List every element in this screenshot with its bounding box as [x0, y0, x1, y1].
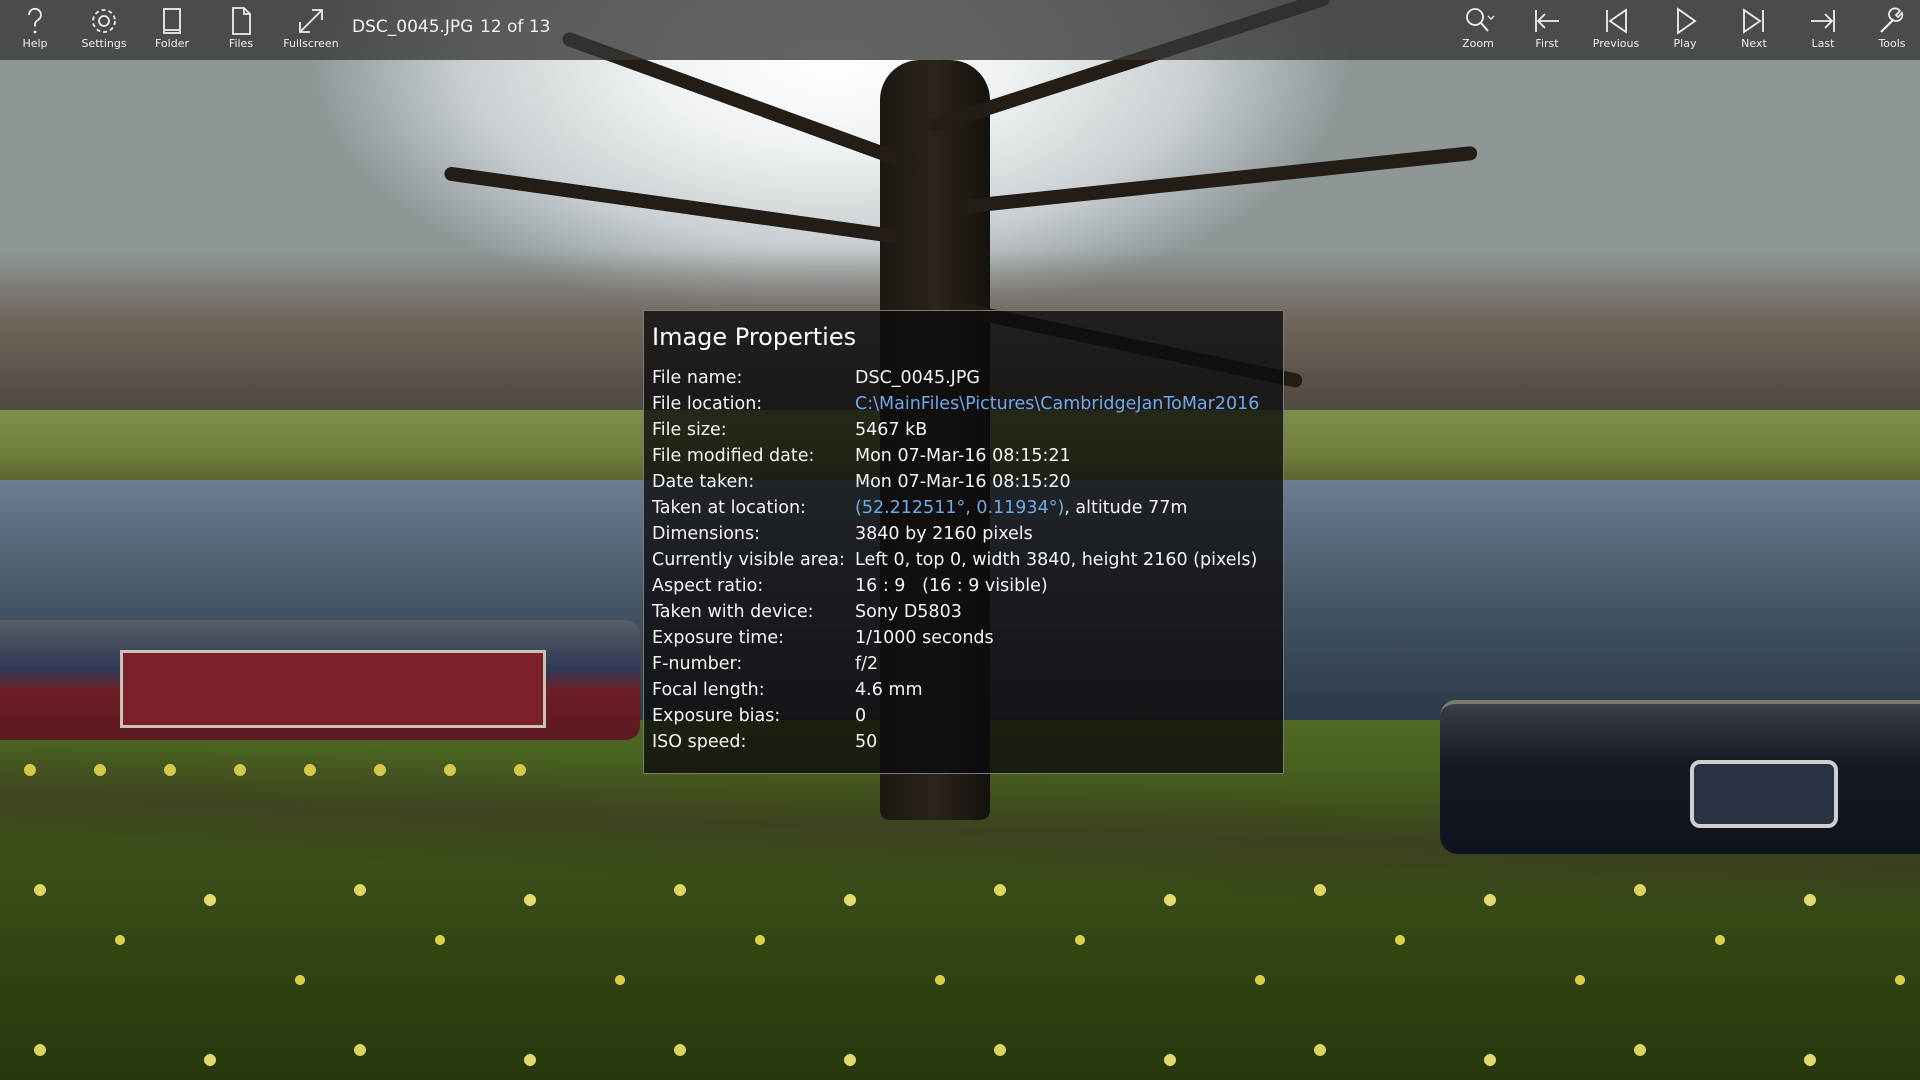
property-row-date-taken: Date taken: Mon 07-Mar-16 08:15:20 [652, 469, 1277, 495]
property-value: 0 [855, 706, 867, 726]
property-row-file-name: File name: DSC_0045.JPG [652, 365, 1277, 391]
property-row-file-location: File location: C:\MainFiles\Pictures\Cam… [652, 391, 1277, 417]
property-label: Date taken: [652, 472, 755, 492]
altitude-text: , altitude 77m [1064, 498, 1188, 518]
property-label: File name: [652, 368, 743, 388]
first-button[interactable]: First [1513, 0, 1581, 60]
file-location-link[interactable]: C:\MainFiles\Pictures\CambridgeJanToMar2… [855, 391, 1259, 417]
last-icon [1806, 4, 1840, 38]
property-row-f-number: F-number: f/2 [652, 651, 1277, 677]
property-row-exposure-time: Exposure time: 1/1000 seconds [652, 625, 1277, 651]
property-label: Aspect ratio: [652, 576, 764, 596]
property-row-file-size: File size: 5467 kB [652, 417, 1277, 443]
tools-icon [1875, 4, 1909, 38]
tools-button[interactable]: Tools [1858, 0, 1920, 60]
fullscreen-button[interactable]: Fullscreen [277, 0, 345, 60]
files-label: Files [228, 37, 254, 50]
first-icon [1530, 4, 1564, 38]
previous-label: Previous [1592, 37, 1640, 50]
previous-button[interactable]: Previous [1582, 0, 1650, 60]
current-file-name: DSC_0045.JPG [352, 17, 474, 37]
gear-icon [87, 4, 121, 38]
properties-list: File name: DSC_0045.JPG File location: C… [652, 365, 1277, 755]
next-label: Next [1741, 37, 1767, 50]
top-toolbar: Help Settings Folder Files Fullscreen DS… [0, 0, 1920, 60]
property-value: 3840 by 2160 pixels [855, 524, 1033, 544]
fullscreen-label: Fullscreen [283, 37, 339, 50]
play-label: Play [1673, 37, 1697, 50]
last-label: Last [1811, 37, 1835, 50]
property-row-modified-date: File modified date: Mon 07-Mar-16 08:15:… [652, 443, 1277, 469]
settings-label: Settings [81, 37, 127, 50]
property-value: Sony D5803 [855, 602, 962, 622]
zoom-icon [1461, 4, 1495, 38]
property-label: Taken at location: [652, 498, 806, 518]
settings-button[interactable]: Settings [70, 0, 138, 60]
property-label: Exposure bias: [652, 706, 781, 726]
files-icon [224, 4, 258, 38]
next-button[interactable]: Next [1720, 0, 1788, 60]
folder-button[interactable]: Folder [138, 0, 206, 60]
property-value: 1/1000 seconds [855, 628, 994, 648]
property-label: Exposure time: [652, 628, 785, 648]
play-icon [1668, 4, 1702, 38]
property-row-location: Taken at location: (52.212511°, 0.11934°… [652, 495, 1277, 521]
folder-icon [155, 4, 189, 38]
property-row-focal-length: Focal length: 4.6 mm [652, 677, 1277, 703]
property-value: Mon 07-Mar-16 08:15:20 [855, 472, 1071, 492]
tools-label: Tools [1878, 37, 1906, 50]
property-label: ISO speed: [652, 732, 747, 752]
property-value: 16 : 9 (16 : 9 visible) [855, 576, 1048, 596]
photo-boat-right-window [1690, 760, 1838, 828]
property-value: 4.6 mm [855, 680, 923, 700]
property-value: Left 0, top 0, width 3840, height 2160 (… [855, 550, 1258, 570]
property-value: 50 [855, 732, 878, 752]
property-value: f/2 [855, 654, 879, 674]
property-label: F-number: [652, 654, 743, 674]
folder-label: Folder [155, 37, 189, 50]
property-label: Currently visible area: [652, 550, 845, 570]
property-value: Mon 07-Mar-16 08:15:21 [855, 446, 1071, 466]
property-value: 5467 kB [855, 420, 928, 440]
gps-location-link[interactable]: (52.212511°, 0.11934°) [855, 498, 1064, 518]
property-label: Dimensions: [652, 524, 761, 544]
files-button[interactable]: Files [207, 0, 275, 60]
next-icon [1737, 4, 1771, 38]
previous-icon [1599, 4, 1633, 38]
property-label: Focal length: [652, 680, 765, 700]
property-label: File location: [652, 394, 763, 414]
photo-daffodils [0, 860, 1920, 1080]
property-label: Taken with device: [652, 602, 814, 622]
zoom-label: Zoom [1462, 37, 1494, 50]
property-row-dimensions: Dimensions: 3840 by 2160 pixels [652, 521, 1277, 547]
property-row-visible-area: Currently visible area: Left 0, top 0, w… [652, 547, 1277, 573]
image-properties-panel: Image Properties File name: DSC_0045.JPG… [643, 310, 1284, 774]
zoom-button[interactable]: Zoom [1444, 0, 1512, 60]
play-button[interactable]: Play [1651, 0, 1719, 60]
property-value-group: (52.212511°, 0.11934°), altitude 77m [855, 495, 1187, 521]
property-label: File modified date: [652, 446, 815, 466]
property-row-exposure-bias: Exposure bias: 0 [652, 703, 1277, 729]
property-label: File size: [652, 420, 727, 440]
image-counter: 12 of 13 [480, 17, 551, 37]
last-button[interactable]: Last [1789, 0, 1857, 60]
property-row-device: Taken with device: Sony D5803 [652, 599, 1277, 625]
help-button[interactable]: Help [1, 0, 69, 60]
property-row-aspect-ratio: Aspect ratio: 16 : 9 (16 : 9 visible) [652, 573, 1277, 599]
property-value: DSC_0045.JPG [855, 368, 980, 388]
help-label: Help [22, 37, 48, 50]
first-label: First [1535, 37, 1559, 50]
property-row-iso: ISO speed: 50 [652, 729, 1277, 755]
fullscreen-icon [294, 4, 328, 38]
help-icon [18, 4, 52, 38]
photo-boat-right [1440, 700, 1920, 854]
photo-boat-left-cabin [120, 650, 546, 728]
panel-title: Image Properties [652, 323, 857, 351]
